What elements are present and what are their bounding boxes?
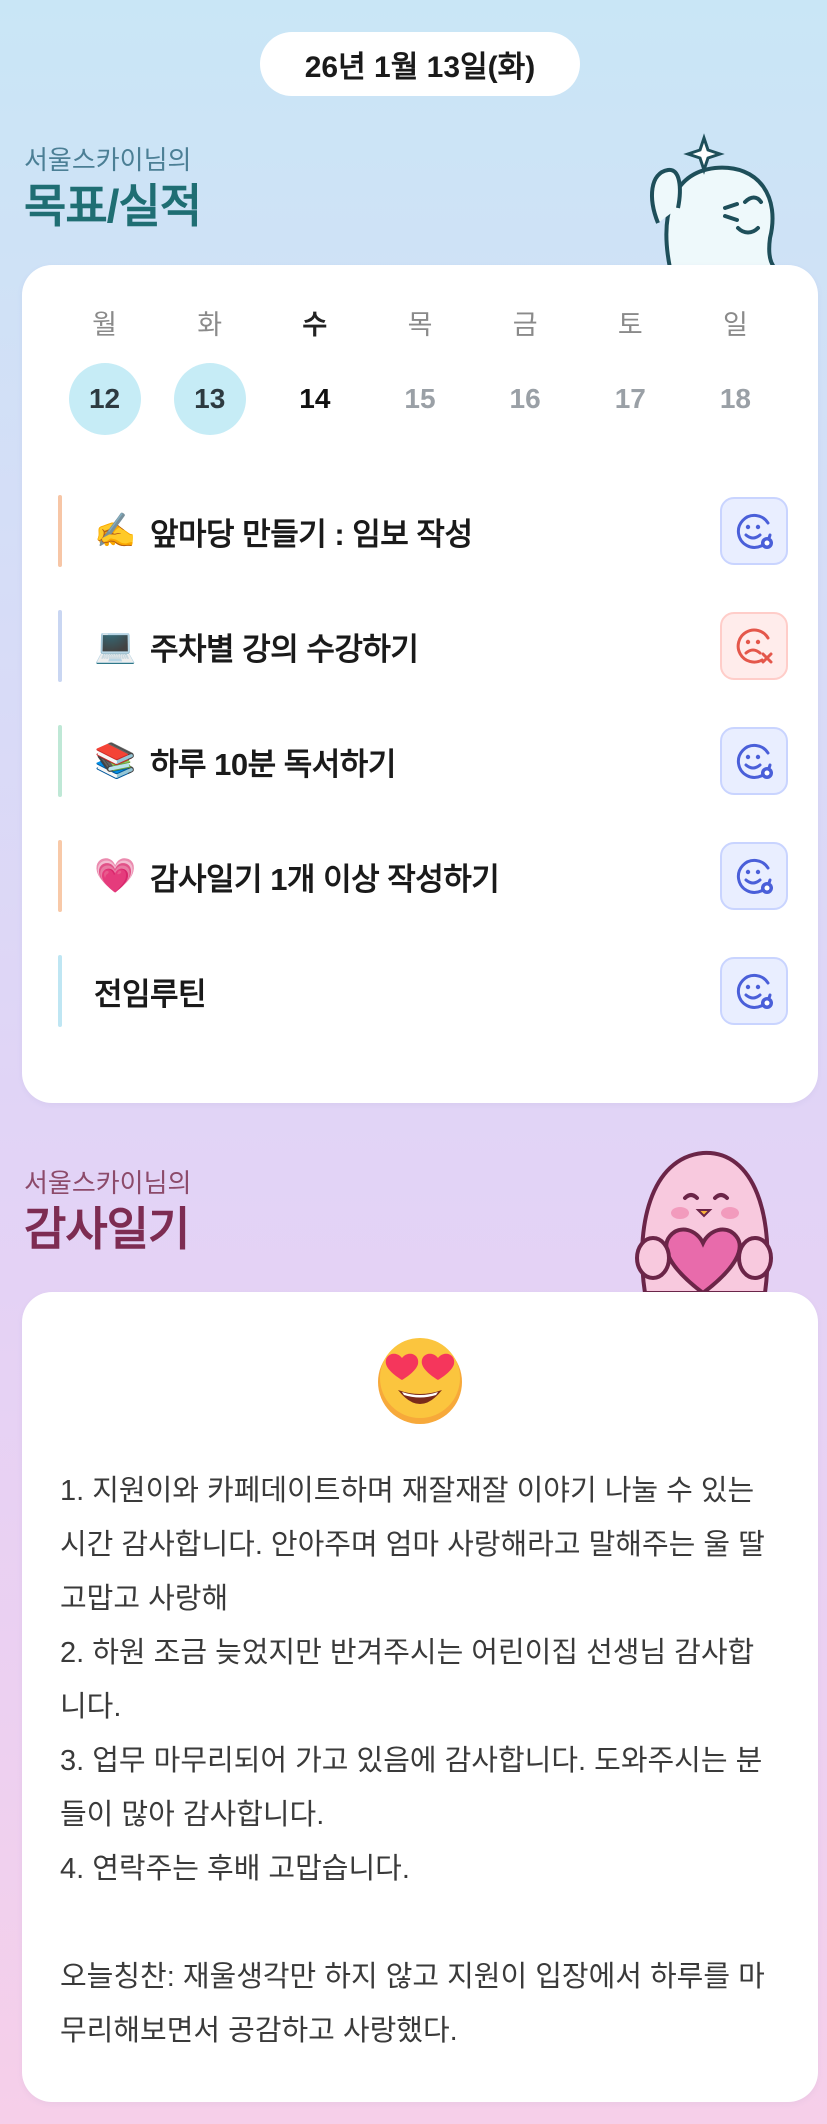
goal-emoji-icon: 📚 bbox=[94, 742, 137, 780]
goal-row[interactable]: ✍️ 앞마당 만들기 : 임보 작성 bbox=[58, 495, 788, 567]
weekday-label: 화 bbox=[197, 310, 223, 340]
weekday-label: 월 bbox=[92, 310, 117, 340]
goal-color-bar bbox=[58, 725, 62, 797]
calendar-day[interactable]: 목 15 bbox=[367, 305, 472, 435]
weekday-label: 수 bbox=[302, 310, 328, 340]
calendar-day[interactable]: 월 12 bbox=[52, 305, 157, 435]
heart-eyes-face-icon bbox=[378, 1338, 462, 1424]
goal-emoji-icon: 💻 bbox=[94, 627, 137, 665]
goal-label: 하루 10분 독서하기 bbox=[150, 746, 396, 782]
weekday-label: 일 bbox=[722, 310, 748, 340]
goal-achieved-status-button[interactable] bbox=[720, 727, 788, 795]
day-number: 14 bbox=[299, 383, 331, 414]
smile-face-check-icon bbox=[736, 858, 773, 894]
goal-row[interactable]: 💻 주차별 강의 수강하기 bbox=[58, 610, 788, 682]
weekday-label: 토 bbox=[617, 310, 643, 340]
goal-label: 감사일기 1개 이상 작성하기 bbox=[150, 861, 500, 897]
day-number: 12 bbox=[68, 363, 141, 435]
goal-label: 앞마당 만들기 : 임보 작성 bbox=[150, 516, 473, 552]
smile-face-check-icon bbox=[736, 743, 773, 779]
goal-achieved-status-button[interactable] bbox=[720, 497, 788, 565]
calendar-day[interactable]: 토 17 bbox=[578, 305, 683, 435]
goal-color-bar bbox=[58, 955, 62, 1027]
day-number: 17 bbox=[614, 383, 646, 414]
goals-section-title: 목표/실적 bbox=[24, 180, 202, 232]
date-label: 26년 1월 13일(화) bbox=[260, 32, 580, 96]
weekday-label: 금 bbox=[512, 310, 538, 340]
smile-face-check-icon bbox=[736, 513, 773, 549]
goal-missed-status-button[interactable] bbox=[720, 612, 788, 680]
waving-ghost-mascot bbox=[650, 133, 778, 268]
goal-color-bar bbox=[58, 610, 62, 682]
heart-hugging-mascot bbox=[635, 1150, 773, 1293]
diary-text: 1. 지원이와 카페데이트하며 재잘재잘 이야기 나눌 수 있는 시간 감사합니… bbox=[60, 1475, 765, 2047]
goal-emoji-icon: 💗 bbox=[94, 857, 137, 895]
calendar-day[interactable]: 금 16 bbox=[473, 305, 578, 435]
weekday-label: 목 bbox=[407, 310, 433, 340]
day-number: 15 bbox=[404, 383, 436, 414]
day-number: 16 bbox=[509, 383, 541, 414]
sad-face-x-icon bbox=[736, 628, 773, 664]
goal-row[interactable]: 📚 하루 10분 독서하기 bbox=[58, 725, 788, 797]
goal-emoji-icon: ✍️ bbox=[94, 512, 137, 550]
calendar-day[interactable]: 수 14 bbox=[262, 305, 367, 435]
goal-color-bar bbox=[58, 840, 62, 912]
goal-label: 전임루틴 bbox=[94, 976, 207, 1012]
smile-face-check-icon bbox=[736, 973, 773, 1009]
goals-card: 월 12 화 13 수 14 목 15 금 16 토 17 일 18 ✍️ 앞마당 만들기 : 임보 작성 💻… bbox=[22, 265, 818, 1103]
goal-color-bar bbox=[58, 495, 62, 567]
week-calendar: 월 12 화 13 수 14 목 15 금 16 토 17 일 18 bbox=[22, 305, 818, 435]
day-number: 13 bbox=[173, 363, 246, 435]
goal-label: 주차별 강의 수강하기 bbox=[150, 631, 419, 667]
goal-row[interactable]: 전임루틴 bbox=[58, 955, 788, 1027]
calendar-day[interactable]: 일 18 bbox=[683, 305, 788, 435]
diary-section-title: 감사일기 bbox=[24, 1203, 190, 1255]
goal-achieved-status-button[interactable] bbox=[720, 842, 788, 910]
goal-achieved-status-button[interactable] bbox=[720, 957, 788, 1025]
goal-row[interactable]: 💗 감사일기 1개 이상 작성하기 bbox=[58, 840, 788, 912]
gratitude-diary-card: 1. 지원이와 카페데이트하며 재잘재잘 이야기 나눌 수 있는 시간 감사합니… bbox=[22, 1292, 818, 2102]
day-number: 18 bbox=[719, 383, 751, 414]
calendar-day[interactable]: 화 13 bbox=[157, 305, 262, 435]
